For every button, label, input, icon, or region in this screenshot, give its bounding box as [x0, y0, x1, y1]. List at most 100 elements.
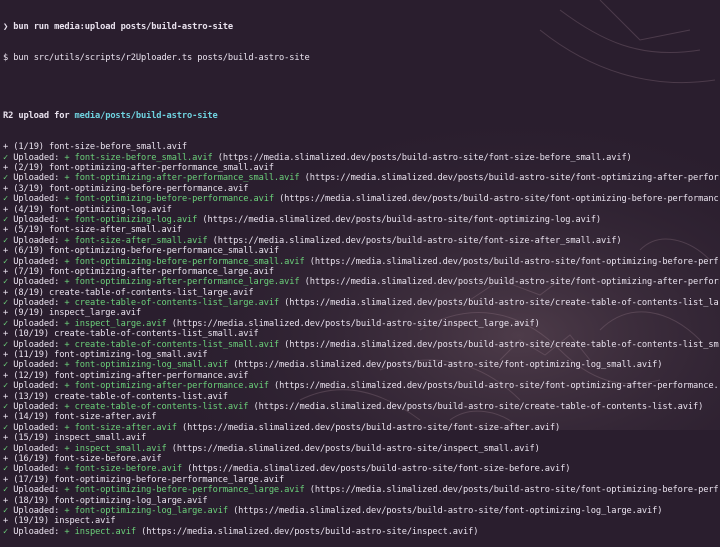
uploaded-plus-icon: +: [64, 422, 70, 433]
uploaded-filename: font-optimizing-log_small.avif: [74, 360, 228, 371]
checkmark-icon: ✓: [3, 339, 9, 350]
uploaded-plus-icon: +: [64, 318, 70, 329]
progress-counter: (6/19): [13, 246, 44, 257]
uploaded-url-link[interactable]: (https://media.slimalized.dev/posts/buil…: [284, 340, 719, 350]
uploaded-url-link[interactable]: (https://media.slimalized.dev/posts/buil…: [182, 423, 560, 433]
progress-line: + (11/19) font-optimizing-log_small.avif: [3, 350, 719, 360]
uploaded-line: ✓ Uploaded: + font-optimizing-log.avif (…: [3, 215, 719, 225]
upload-log: + (1/19) font-size-before_small.avif ✓ Up…: [3, 142, 719, 537]
uploaded-filename: font-size-before_small.avif: [74, 152, 213, 163]
uploaded-filename: font-optimizing-log.avif: [74, 214, 198, 225]
uploaded-url-link[interactable]: (https://media.slimalized.dev/posts/buil…: [187, 464, 570, 474]
uploaded-label: Uploaded:: [13, 526, 60, 537]
plus-icon: +: [3, 453, 9, 464]
progress-filename: font-optimizing-log_large.avif: [54, 495, 208, 506]
checkmark-icon: ✓: [3, 526, 9, 537]
uploaded-filename: font-optimizing-after-performance_small.…: [74, 173, 300, 184]
uploaded-plus-icon: +: [64, 360, 70, 371]
terminal-output: ❯ bun run media:upload posts/build-astro…: [3, 1, 719, 547]
uploaded-line: ✓ Uploaded: + font-optimizing-log_small.…: [3, 360, 719, 370]
plus-icon: +: [3, 350, 9, 361]
checkmark-icon: ✓: [3, 194, 9, 205]
uploaded-filename: font-size-after_small.avif: [74, 235, 208, 246]
uploaded-url-link[interactable]: (https://media.slimalized.dev/posts/buil…: [202, 215, 601, 225]
plus-icon: +: [3, 329, 9, 340]
progress-counter: (12/19): [13, 370, 50, 381]
uploaded-url-link[interactable]: (https://media.slimalized.dev/posts/buil…: [213, 236, 622, 246]
checkmark-icon: ✓: [3, 443, 9, 454]
uploaded-plus-icon: +: [64, 298, 70, 309]
uploaded-label: Uploaded:: [13, 235, 60, 246]
uploaded-label: Uploaded:: [13, 339, 60, 350]
checkmark-icon: ✓: [3, 256, 9, 267]
progress-counter: (7/19): [13, 266, 44, 277]
uploaded-line: ✓ Uploaded: + create-table-of-contents-l…: [3, 340, 719, 350]
uploaded-url-link[interactable]: (https://media.slimalized.dev/posts/buil…: [310, 257, 719, 267]
progress-filename: font-optimizing-log_small.avif: [54, 350, 208, 361]
progress-line: + (18/19) font-optimizing-log_large.avif: [3, 496, 719, 506]
progress-filename: font-optimizing-before-performance.avif: [49, 183, 249, 194]
uploaded-plus-icon: +: [64, 277, 70, 288]
uploaded-line: ✓ Uploaded: + font-optimizing-before-per…: [3, 194, 719, 204]
uploaded-url-link[interactable]: (https://media.slimalized.dev/posts/buil…: [233, 360, 662, 370]
uploaded-url-link[interactable]: (https://media.slimalized.dev/posts/buil…: [284, 298, 719, 308]
uploaded-line: ✓ Uploaded: + font-optimizing-before-per…: [3, 485, 719, 495]
checkmark-icon: ✓: [3, 318, 9, 329]
uploaded-label: Uploaded:: [13, 464, 60, 475]
prompt-dollar-icon: $: [3, 53, 9, 64]
uploaded-label: Uploaded:: [13, 256, 60, 267]
progress-line: + (5/19) font-size-after_small.avif: [3, 225, 719, 235]
progress-line: + (12/19) font-optimizing-after-performa…: [3, 371, 719, 381]
uploaded-url-link[interactable]: (https://media.slimalized.dev/posts/buil…: [233, 506, 662, 516]
uploaded-plus-icon: +: [64, 214, 70, 225]
progress-counter: (4/19): [13, 204, 44, 215]
checkmark-icon: ✓: [3, 464, 9, 475]
uploaded-filename: create-table-of-contents-list_small.avif: [74, 339, 280, 350]
uploaded-url-link[interactable]: (https://media.slimalized.dev/posts/buil…: [254, 402, 704, 412]
progress-filename: create-table-of-contents-list_large.avif: [49, 287, 254, 298]
uploaded-plus-icon: +: [64, 402, 70, 412]
uploaded-label: Uploaded:: [13, 360, 60, 371]
progress-line: + (10/19) create-table-of-contents-list_…: [3, 329, 719, 339]
uploaded-url-link[interactable]: (https://media.slimalized.dev/posts/buil…: [172, 319, 540, 329]
uploaded-label: Uploaded:: [13, 505, 60, 516]
progress-counter: (8/19): [13, 287, 44, 298]
uploaded-plus-icon: +: [64, 526, 70, 537]
checkmark-icon: ✓: [3, 298, 9, 309]
uploaded-line: ✓ Uploaded: + font-optimizing-after-perf…: [3, 173, 719, 183]
uploaded-url-link[interactable]: (https://media.slimalized.dev/posts/buil…: [274, 381, 719, 391]
uploaded-url-link[interactable]: (https://media.slimalized.dev/posts/buil…: [305, 173, 719, 183]
progress-counter: (10/19): [13, 329, 50, 340]
progress-line: + (14/19) font-size-after.avif: [3, 412, 719, 422]
uploaded-line: ✓ Uploaded: + font-optimizing-after-perf…: [3, 277, 719, 287]
uploaded-filename: font-optimizing-before-performance.avif: [74, 194, 274, 205]
checkmark-icon: ✓: [3, 485, 9, 496]
checkmark-icon: ✓: [3, 152, 9, 163]
uploaded-url-link[interactable]: (https://media.slimalized.dev/posts/buil…: [305, 277, 719, 287]
uploaded-plus-icon: +: [64, 194, 70, 205]
uploaded-url-link[interactable]: (https://media.slimalized.dev/posts/buil…: [218, 153, 632, 163]
uploaded-plus-icon: +: [64, 505, 70, 516]
progress-line: + (4/19) font-optimizing-log.avif: [3, 205, 719, 215]
progress-counter: (11/19): [13, 350, 50, 361]
checkmark-icon: ✓: [3, 235, 9, 246]
uploaded-filename: font-size-after.avif: [74, 422, 177, 433]
uploaded-url-link[interactable]: (https://media.slimalized.dev/posts/buil…: [141, 527, 478, 537]
uploaded-line: ✓ Uploaded: + font-size-before_small.avi…: [3, 153, 719, 163]
progress-filename: inspect_large.avif: [49, 308, 142, 319]
progress-line: + (3/19) font-optimizing-before-performa…: [3, 184, 719, 194]
command-text: bun run media:upload posts/build-astro-s…: [13, 21, 233, 32]
uploaded-line: ✓ Uploaded: + font-size-after.avif (http…: [3, 423, 719, 433]
progress-counter: (13/19): [13, 391, 50, 402]
uploaded-url-link[interactable]: (https://media.slimalized.dev/posts/buil…: [172, 444, 540, 454]
checkmark-icon: ✓: [3, 422, 9, 433]
uploaded-url-link[interactable]: (https://media.slimalized.dev/posts/buil…: [310, 485, 719, 495]
plus-icon: +: [3, 433, 9, 444]
uploaded-line: ✓ Uploaded: + create-table-of-contents-l…: [3, 402, 719, 412]
progress-filename: font-optimizing-after-performance_small.…: [49, 163, 274, 174]
uploaded-filename: font-size-before.avif: [74, 464, 182, 475]
uploaded-url-link[interactable]: (https://media.slimalized.dev/posts/buil…: [279, 194, 719, 204]
uploaded-filename: create-table-of-contents-list_large.avif: [74, 298, 280, 309]
uploaded-label: Uploaded:: [13, 194, 60, 205]
checkmark-icon: ✓: [3, 214, 9, 225]
